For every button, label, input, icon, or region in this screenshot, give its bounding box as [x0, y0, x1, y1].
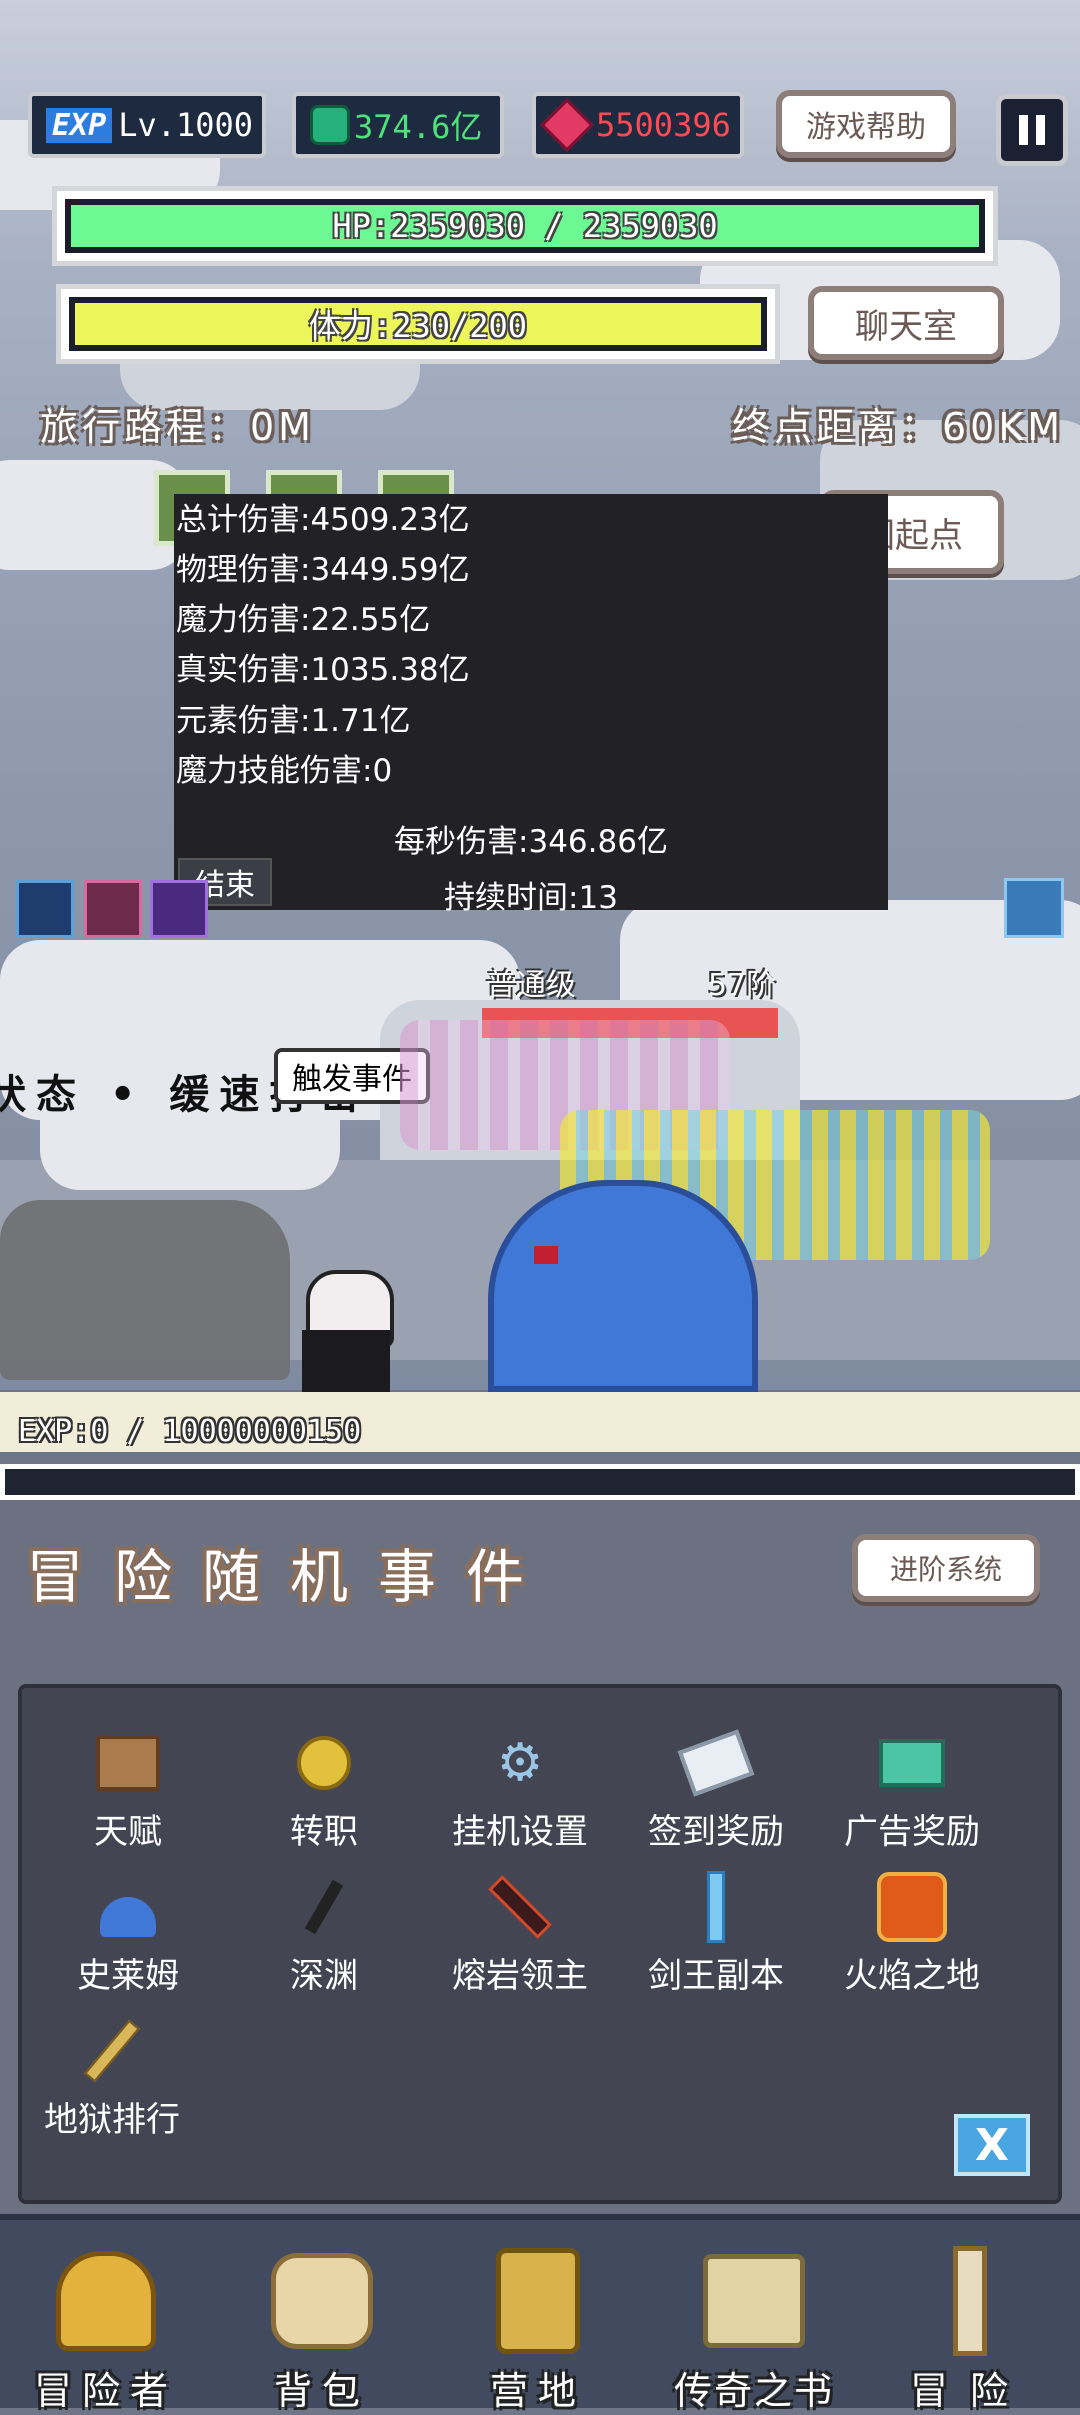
magic-damage: 魔力伤害:22.55亿	[176, 602, 431, 638]
gem-amount: 374.6亿	[354, 108, 483, 146]
backpack-icon	[267, 2246, 377, 2356]
menu-item-label: 转职	[290, 1812, 358, 1852]
gem-icon	[310, 105, 350, 145]
enemy-sprite	[488, 1180, 758, 1392]
menu-item-lava-lord[interactable]: 熔岩领主	[420, 1872, 620, 1997]
nav-label: 冒险	[909, 2369, 1030, 2413]
ruby-amount: 5500396	[596, 106, 731, 144]
menu-item-label: 挂机设置	[452, 1812, 588, 1852]
section-title: 冒险随机事件	[26, 1543, 555, 1611]
nav-backpack[interactable]: 背包	[222, 2220, 422, 2415]
menu-item-checkin-reward[interactable]: 签到奖励	[616, 1728, 816, 1853]
hp-text: HP:2359030 / 2359030	[332, 207, 718, 245]
book-icon	[93, 1728, 163, 1798]
menu-item-label: 天赋	[94, 1812, 162, 1852]
buff-crossed-swords-icon	[1004, 878, 1064, 938]
helmet-icon	[51, 2246, 161, 2356]
menu-item-ad-reward[interactable]: 广告奖励	[812, 1728, 1012, 1853]
menu-item-idle-settings[interactable]: ⚙ 挂机设置	[420, 1728, 620, 1853]
ruby-icon	[540, 98, 594, 152]
menu-item-hell-ranking[interactable]: 地狱排行	[12, 2016, 212, 2141]
gear-icon: ⚙	[496, 1733, 544, 1793]
travel-distance: 旅行路程：0M	[40, 405, 315, 449]
level-panel: EXP Lv.1000	[28, 92, 266, 158]
orb-icon	[289, 1728, 359, 1798]
slime-icon	[93, 1872, 163, 1942]
legend-book-icon	[699, 2246, 809, 2356]
buff-sword-icon	[150, 880, 208, 938]
menu-item-label: 火焰之地	[844, 1956, 980, 1996]
nav-label: 传奇之书	[673, 2369, 834, 2413]
nav-adventure[interactable]: 冒险	[870, 2220, 1070, 2415]
menu-item-label: 深渊	[290, 1956, 358, 1996]
menu-item-label: 地狱排行	[44, 2100, 180, 2140]
camp-icon	[483, 2246, 593, 2356]
damage-per-second: 每秒伤害:346.86亿	[394, 824, 668, 860]
fire-icon	[877, 1872, 947, 1942]
advance-system-button[interactable]: 进阶系统	[852, 1534, 1040, 1602]
remaining-distance: 终点距离：60KM	[732, 405, 1065, 449]
element-damage: 元素伤害:1.71亿	[176, 703, 411, 739]
adventure-sword-icon	[915, 2246, 1025, 2356]
pause-button[interactable]	[996, 94, 1068, 166]
exp-bar	[0, 1464, 1080, 1500]
bottom-navigation: 冒险者 背包 营地 传奇之书 冒险	[0, 2214, 1080, 2413]
menu-item-abyss[interactable]: 深渊	[224, 1872, 424, 1997]
nav-camp[interactable]: 营地	[438, 2220, 638, 2415]
chest-icon	[877, 1728, 947, 1798]
lava-sword-icon	[485, 1872, 555, 1942]
nav-label: 冒险者	[33, 2369, 178, 2413]
nav-legend-book[interactable]: 传奇之书	[654, 2220, 854, 2415]
stamina-bar: 体力:230/200	[56, 284, 780, 364]
duration: 持续时间:13	[444, 880, 618, 916]
exp-badge: EXP	[46, 107, 113, 143]
stamina-text: 体力:230/200	[308, 307, 528, 345]
stamina-bar-fill: 体力:230/200	[75, 303, 761, 345]
nav-label: 背包	[273, 2369, 370, 2413]
hp-bar: HP:2359030 / 2359030	[52, 186, 998, 266]
menu-item-label: 签到奖励	[648, 1812, 784, 1852]
close-menu-button[interactable]: X	[954, 2114, 1030, 2176]
menu-item-talent[interactable]: 天赋	[28, 1728, 228, 1853]
total-damage: 总计伤害:4509.23亿	[176, 502, 470, 538]
staff-icon	[77, 2016, 147, 2086]
shadow-clone-sprite	[0, 1200, 290, 1380]
menu-item-sword-king-dungeon[interactable]: 剑王副本	[616, 1871, 816, 1997]
feature-menu: 天赋 转职 ⚙ 挂机设置 签到奖励 广告奖励 史莱姆 深渊 熔岩领主 剑王副本 …	[18, 1684, 1062, 2204]
menu-item-label: 广告奖励	[844, 1812, 980, 1852]
menu-item-slime[interactable]: 史莱姆	[28, 1872, 228, 1997]
menu-item-class-change[interactable]: 转职	[224, 1728, 424, 1853]
menu-item-label: 剑王副本	[648, 1956, 784, 1996]
level-text: Lv.1000	[118, 106, 254, 144]
hero-sprite	[296, 1270, 396, 1400]
menu-item-label: 熔岩领主	[452, 1956, 588, 1996]
hp-bar-fill: HP:2359030 / 2359030	[71, 205, 979, 247]
nav-label: 营地	[489, 2369, 586, 2413]
exp-text: EXP:0 / 10000000150	[18, 1414, 362, 1449]
nav-adventurer[interactable]: 冒险者	[6, 2220, 206, 2415]
blue-sword-icon	[681, 1871, 751, 1943]
abyss-icon	[289, 1872, 359, 1942]
buff-boots-icon	[84, 880, 142, 938]
menu-item-flame-land[interactable]: 火焰之地	[812, 1872, 1012, 1997]
magic-skill-damage: 魔力技能伤害:0	[176, 753, 393, 789]
damage-stats-panel: 总计伤害:4509.23亿 物理伤害:3449.59亿 魔力伤害:22.55亿 …	[174, 494, 888, 916]
physical-damage: 物理伤害:3449.59亿	[176, 552, 470, 588]
chat-room-button[interactable]: 聊天室	[808, 286, 1004, 360]
scroll-icon	[677, 1728, 755, 1798]
enemy-tier: 57阶	[708, 968, 777, 1003]
enemy-rank: 普通级	[486, 968, 576, 1003]
gem-currency: 374.6亿	[292, 92, 504, 158]
menu-item-label: 史莱姆	[77, 1956, 179, 1996]
game-help-button[interactable]: 游戏帮助	[776, 90, 956, 158]
ruby-currency: 5500396	[532, 92, 744, 158]
pause-icon	[1019, 115, 1045, 145]
buff-shield-icon	[16, 880, 74, 938]
true-damage: 真实伤害:1035.38亿	[176, 652, 470, 688]
